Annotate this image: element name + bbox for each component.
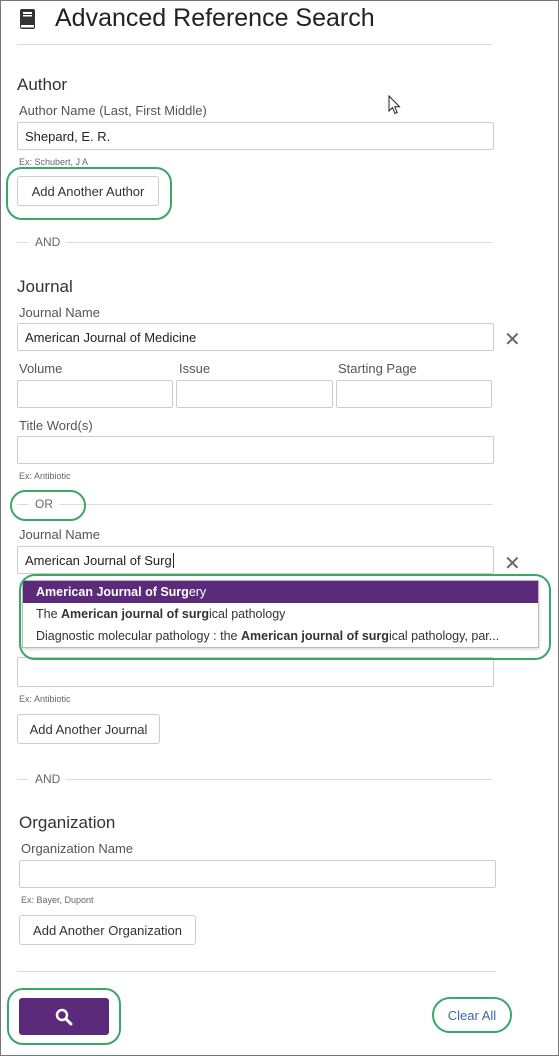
journal-name-input[interactable]: American Journal of Medicine [17, 323, 494, 351]
highlight-outline-or [10, 490, 86, 521]
and-separator-1: AND [29, 235, 67, 249]
header-divider [17, 44, 493, 45]
journal-name-2-value: American Journal of Surg [25, 552, 172, 568]
issue-input[interactable] [176, 380, 333, 408]
title-words-2-input[interactable] [17, 657, 494, 687]
journal-name-2-label: Journal Name [19, 527, 100, 542]
footer-divider [17, 971, 496, 972]
starting-page-label: Starting Page [338, 361, 417, 376]
author-hint: Ex: Schubert, J A [19, 157, 89, 167]
highlight-outline-search [7, 988, 121, 1045]
volume-label: Volume [19, 361, 63, 376]
journal-name-label: Journal Name [19, 305, 100, 320]
journal-name-2-input[interactable]: American Journal of Surg [17, 546, 494, 574]
author-name-input[interactable]: Shepard, E. R. [17, 122, 494, 150]
text-cursor [172, 552, 174, 568]
issue-label: Issue [179, 361, 211, 376]
separator-line-1 [17, 242, 493, 243]
journal-name-value: American Journal of Medicine [25, 329, 197, 345]
organization-heading: Organization [19, 813, 116, 832]
and-separator-2: AND [29, 772, 67, 786]
journal-heading: Journal [17, 277, 73, 296]
organization-name-label: Organization Name [21, 841, 133, 856]
page-title: Advanced Reference Search [55, 4, 375, 32]
title-words-2-hint: Ex: Antibiotic [19, 694, 71, 704]
clear-journal-icon[interactable]: ✕ [504, 330, 521, 350]
mouse-cursor-icon [388, 95, 401, 115]
title-words-label: Title Word(s) [19, 418, 93, 433]
or-separator-line [17, 504, 493, 505]
highlight-outline-author [6, 167, 172, 220]
highlight-outline-autocomplete [19, 574, 551, 660]
author-heading: Author [17, 75, 68, 94]
book-icon [20, 9, 35, 29]
organization-hint: Ex: Bayer, Dupont [21, 895, 94, 905]
highlight-outline-clear [432, 997, 512, 1033]
organization-name-input[interactable] [19, 860, 496, 888]
volume-input[interactable] [17, 380, 173, 408]
separator-line-2 [17, 779, 493, 780]
starting-page-input[interactable] [336, 380, 492, 408]
title-words-input[interactable] [17, 436, 494, 464]
author-name-value: Shepard, E. R. [25, 128, 111, 144]
clear-journal-2-icon[interactable]: ✕ [504, 554, 521, 574]
add-another-journal-button[interactable]: Add Another Journal [17, 714, 160, 744]
author-name-label: Author Name (Last, First Middle) [19, 103, 207, 118]
title-words-hint: Ex: Antibiotic [19, 471, 71, 481]
add-another-organization-button[interactable]: Add Another Organization [19, 915, 196, 945]
